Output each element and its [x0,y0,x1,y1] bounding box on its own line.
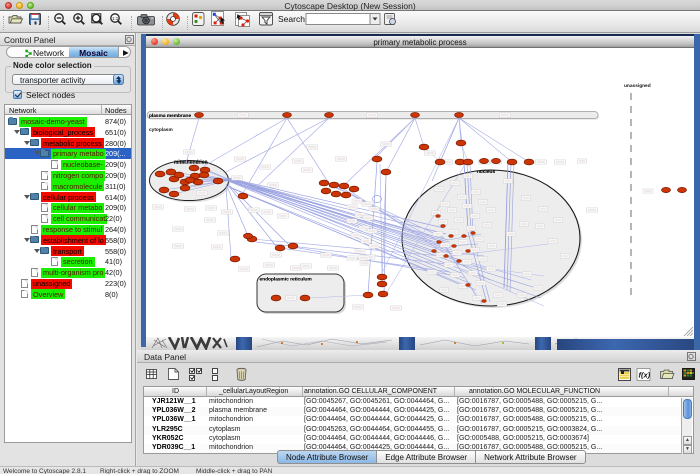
svg-text:nucleus: nucleus [477,169,495,175]
svg-text:f(x): f(x) [639,371,651,380]
svg-text:cytoplasm: cytoplasm [149,127,173,133]
svg-text:unassigned: unassigned [624,83,651,89]
svg-text:mitochondrion: mitochondrion [174,160,208,166]
svg-text:Search:: Search: [278,14,307,24]
svg-text:endoplasmic reticulum: endoplasmic reticulum [260,277,312,283]
svg-text:1:1: 1:1 [112,16,119,21]
svg-text:plasma membrane: plasma membrane [149,113,191,119]
